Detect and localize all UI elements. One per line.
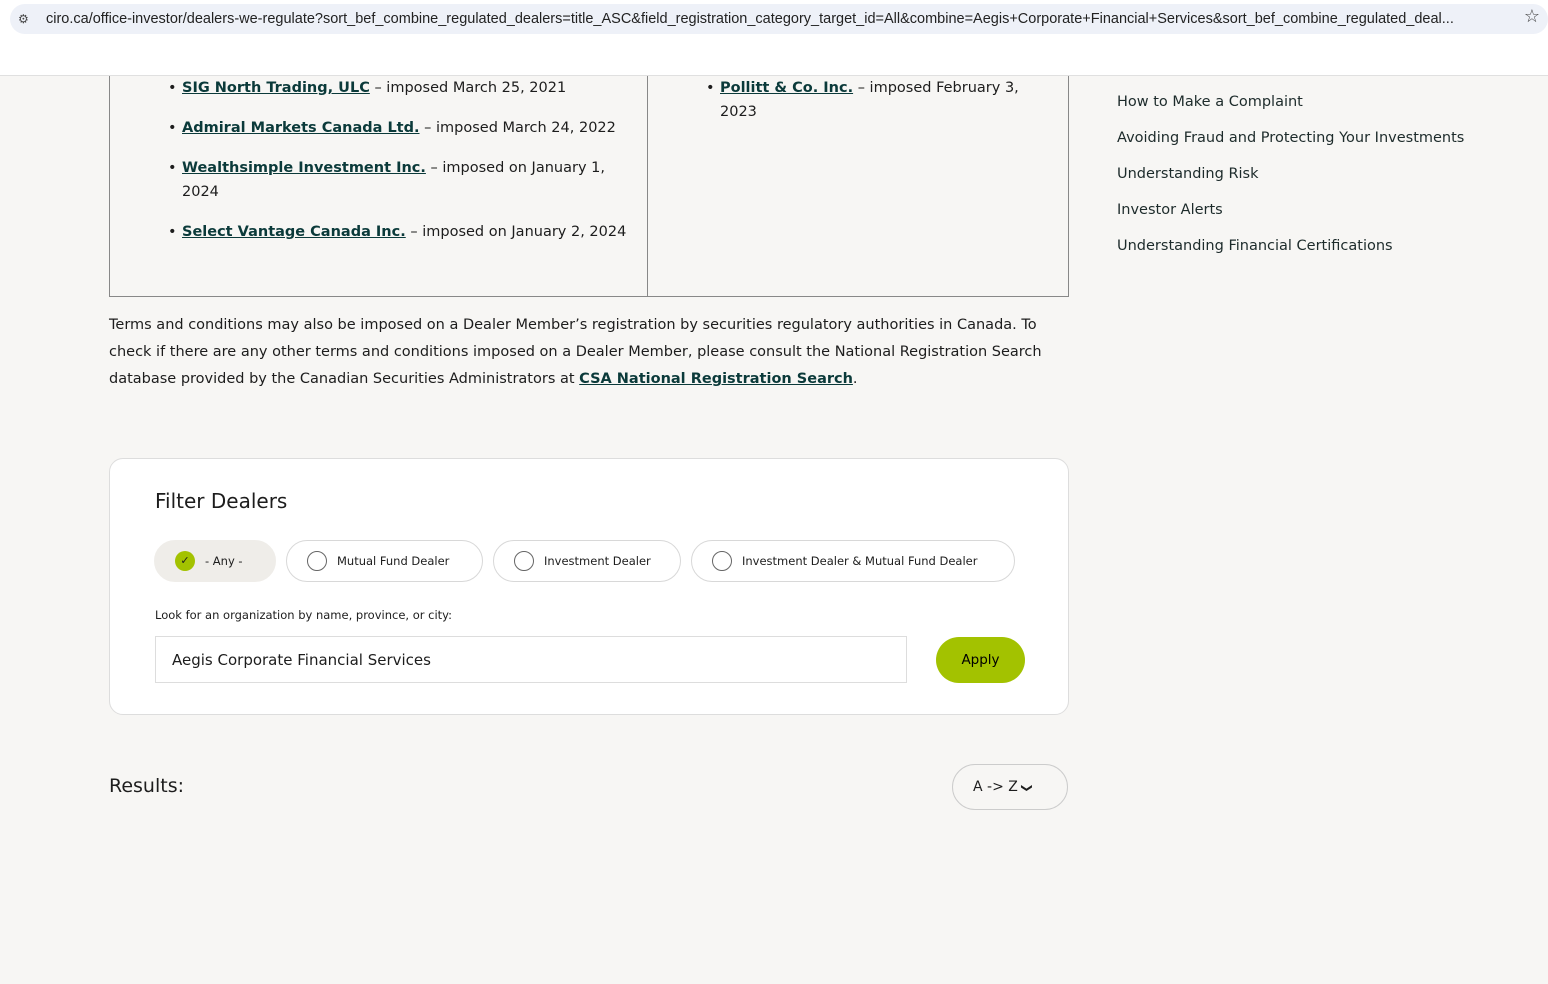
list-item: SIG North Trading, ULC – imposed March 2… — [168, 76, 632, 100]
item-text: – imposed March 24, 2022 — [419, 120, 616, 136]
address-bar[interactable]: ciro.ca/office-investor/dealers-we-regul… — [10, 4, 1548, 34]
terms-list-right: Pollitt & Co. Inc. – imposed February 3,… — [706, 76, 1040, 140]
list-item: Pollitt & Co. Inc. – imposed February 3,… — [706, 76, 1040, 124]
para-text: Terms and conditions may also be imposed… — [109, 317, 1042, 387]
radio-icon — [307, 551, 327, 571]
option-investment-and-mutual-fund-dealer[interactable]: Investment Dealer & Mutual Fund Dealer — [691, 540, 1015, 582]
option-mutual-fund-dealer[interactable]: Mutual Fund Dealer — [286, 540, 483, 582]
filter-panel: Filter Dealers ✓ - Any - Mutual Fund Deal… — [109, 458, 1069, 715]
check-icon: ✓ — [175, 551, 195, 571]
search-input[interactable] — [155, 636, 907, 683]
sidebar-link[interactable]: Avoiding Fraud and Protecting Your Inves… — [1117, 130, 1464, 146]
browser-bar: ciro.ca/office-investor/dealers-we-regul… — [0, 0, 1548, 76]
dealer-link[interactable]: Admiral Markets Canada Ltd. — [182, 120, 420, 136]
site-settings-icon[interactable]: ⚙ — [18, 12, 29, 26]
option-label: Investment Dealer & Mutual Fund Dealer — [742, 554, 978, 568]
results-heading: Results: — [109, 775, 185, 797]
sidebar-link[interactable]: Understanding Risk — [1117, 166, 1464, 182]
search-label: Look for an organization by name, provin… — [155, 608, 452, 622]
item-text: – imposed on January 2, 2024 — [405, 224, 627, 240]
column-divider — [647, 76, 648, 296]
option-label: - Any - — [205, 554, 243, 568]
dealer-link[interactable]: Wealthsimple Investment Inc. — [182, 160, 426, 176]
dealer-link[interactable]: Pollitt & Co. Inc. — [720, 80, 853, 96]
terms-list-left: SIG North Trading, ULC – imposed March 2… — [168, 76, 632, 260]
dealer-link[interactable]: SIG North Trading, ULC — [182, 80, 370, 96]
sidebar-link[interactable]: Investor Alerts — [1117, 202, 1464, 218]
radio-icon — [712, 551, 732, 571]
sidebar-link[interactable]: Understanding Financial Certifications — [1117, 238, 1464, 254]
terms-paragraph: Terms and conditions may also be imposed… — [109, 312, 1069, 393]
option-label: Mutual Fund Dealer — [337, 554, 450, 568]
option-investment-dealer[interactable]: Investment Dealer — [493, 540, 681, 582]
apply-button[interactable]: Apply — [936, 637, 1025, 683]
url-text: ciro.ca/office-investor/dealers-we-regul… — [46, 11, 1454, 27]
csa-link[interactable]: CSA National Registration Search — [579, 371, 853, 387]
list-item: Select Vantage Canada Inc. – imposed on … — [168, 220, 632, 244]
item-text: – imposed March 25, 2021 — [369, 80, 567, 96]
list-item: Admiral Markets Canada Ltd. – imposed Ma… — [168, 116, 632, 140]
filter-title: Filter Dealers — [155, 489, 288, 513]
sort-select[interactable]: A -> Z ❯ — [952, 764, 1068, 810]
bookmark-star-icon[interactable]: ☆ — [1524, 6, 1540, 27]
sidebar-link[interactable]: How to Make a Complaint — [1117, 94, 1464, 110]
chevron-down-icon: ❯ — [1020, 783, 1034, 793]
option-label: Investment Dealer — [544, 554, 651, 568]
dealer-link[interactable]: Select Vantage Canada Inc. — [182, 224, 406, 240]
para-end: . — [852, 371, 858, 387]
sidebar-nav: How to Make a Complaint Avoiding Fraud a… — [1117, 94, 1464, 274]
radio-icon — [514, 551, 534, 571]
terms-table: SIG North Trading, ULC – imposed March 2… — [109, 76, 1069, 297]
list-item: Wealthsimple Investment Inc. – imposed o… — [168, 156, 632, 204]
option-any[interactable]: ✓ - Any - — [154, 540, 276, 582]
